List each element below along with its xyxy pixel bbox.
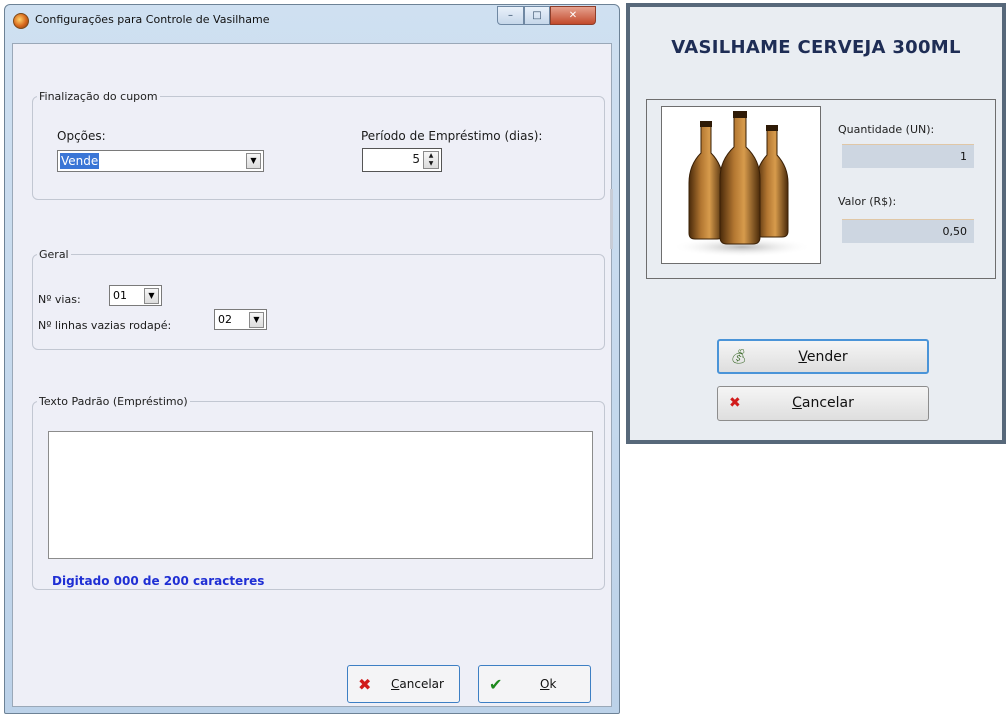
cancel-label: ancelar	[399, 677, 444, 691]
valor-field[interactable]: 0,50	[842, 219, 974, 243]
linhas-select[interactable]: 02 ▼	[214, 309, 267, 330]
ok-label: k	[549, 677, 557, 691]
periodo-stepper[interactable]: 5 ▲ ▼	[362, 148, 442, 172]
texto-padrao-textarea[interactable]	[48, 431, 593, 559]
character-counter: Digitado 000 de 200 caracteres	[52, 574, 265, 588]
cancelar-label: ancelar	[801, 395, 854, 411]
chevron-down-icon[interactable]: ▼	[246, 153, 261, 169]
beer-bottles-image	[672, 111, 812, 257]
close-button[interactable]: ✕	[550, 6, 596, 25]
quantidade-label: Quantidade (UN):	[838, 123, 935, 136]
vender-label: ender	[806, 349, 848, 365]
ok-button[interactable]: ✔ Ok	[478, 665, 591, 703]
opcoes-label: Opções:	[57, 129, 106, 143]
checkmark-icon: ✔	[489, 675, 503, 694]
linhas-value: 02	[218, 313, 232, 326]
chevron-down-icon[interactable]: ▼	[144, 288, 159, 304]
minimize-button[interactable]: –	[497, 6, 524, 25]
finalizacao-group: Finalização do cupom	[32, 90, 605, 200]
window-title: Configurações para Controle de Vasilhame	[35, 13, 270, 26]
vias-label: Nº vias:	[38, 293, 81, 306]
title-bar[interactable]: Configurações para Controle de Vasilhame…	[5, 5, 619, 35]
opcoes-select[interactable]: Vende ▼	[57, 150, 264, 172]
product-image	[661, 106, 821, 264]
product-panel: Quantidade (UN): 1 Valor (R$): 0,50	[646, 99, 996, 279]
dialog-client-area: Finalização do cupom Opções: Vende ▼ Per…	[12, 43, 613, 707]
quantidade-field[interactable]: 1	[842, 144, 974, 168]
finalizacao-legend: Finalização do cupom	[39, 90, 158, 103]
scrollbar-thumb[interactable]	[610, 189, 613, 249]
product-window: VASILHAME CERVEJA 300ML Quantidade (UN):…	[626, 3, 1006, 444]
cancelar-mnemonic: C	[792, 395, 802, 411]
valor-label: Valor (R$):	[838, 195, 897, 208]
quantidade-value: 1	[960, 150, 967, 163]
vender-button[interactable]: 💰︎ Vender	[717, 339, 929, 374]
chevron-down-icon[interactable]: ▼	[249, 312, 264, 328]
product-title: VASILHAME CERVEJA 300ML	[671, 37, 961, 58]
vias-value: 01	[113, 289, 127, 302]
x-icon: ✖	[358, 675, 372, 694]
maximize-button[interactable]: □	[524, 6, 550, 25]
vender-mnemonic: V	[798, 349, 807, 365]
config-window: Configurações para Controle de Vasilhame…	[4, 4, 620, 714]
linhas-label: Nº linhas vazias rodapé:	[38, 319, 172, 332]
periodo-label: Período de Empréstimo (dias):	[361, 129, 543, 143]
cancel-button[interactable]: ✖ Cancelar	[347, 665, 460, 703]
geral-legend: Geral	[39, 248, 69, 261]
spin-arrows-icon[interactable]: ▲ ▼	[423, 151, 439, 169]
vias-select[interactable]: 01 ▼	[109, 285, 162, 306]
cancelar-button[interactable]: ✖ Cancelar	[717, 386, 929, 421]
valor-value: 0,50	[942, 225, 968, 238]
texto-padrao-legend: Texto Padrão (Empréstimo)	[39, 395, 188, 408]
app-icon	[13, 13, 29, 29]
periodo-value: 5	[412, 152, 420, 166]
opcoes-value: Vende	[60, 153, 100, 169]
